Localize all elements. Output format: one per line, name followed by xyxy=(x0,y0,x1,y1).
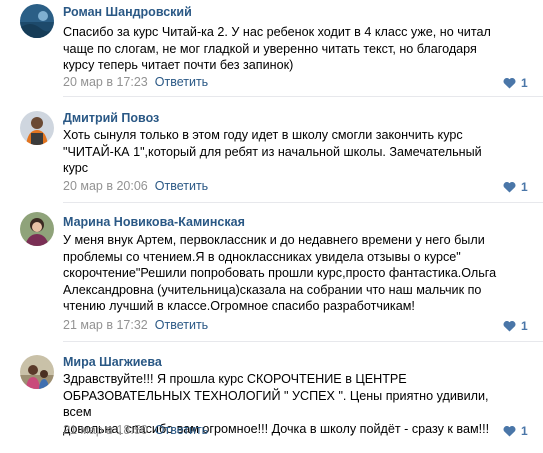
avatar[interactable] xyxy=(20,111,54,145)
like-count: 1 xyxy=(521,180,528,194)
avatar[interactable] xyxy=(20,355,54,389)
heart-icon xyxy=(503,181,516,196)
like-button[interactable]: 1 xyxy=(503,180,528,196)
comment-date[interactable]: 20 мар в 20:06 xyxy=(63,179,148,193)
author-name[interactable]: Марина Новикова-Каминская xyxy=(63,215,245,229)
like-count: 1 xyxy=(521,76,528,90)
divider xyxy=(63,96,543,97)
avatar[interactable] xyxy=(20,4,54,38)
like-count: 1 xyxy=(521,319,528,333)
author-name[interactable]: Дмитрий Повоз xyxy=(63,111,159,125)
heart-icon xyxy=(503,320,516,335)
comment-text: Спасибо за курс Читай-ка 2. У нас ребено… xyxy=(63,25,491,72)
like-button[interactable]: 1 xyxy=(503,424,528,440)
comment-date[interactable]: 21 мар в 18:50 xyxy=(63,423,148,437)
comment-text: Хоть сынуля только в этом году идет в шк… xyxy=(63,128,482,175)
reply-link[interactable]: Ответить xyxy=(155,179,208,193)
divider xyxy=(63,202,543,203)
like-button[interactable]: 1 xyxy=(503,76,528,92)
avatar[interactable] xyxy=(20,212,54,246)
reply-link[interactable]: Ответить xyxy=(155,318,208,332)
comment-date[interactable]: 21 мар в 17:32 xyxy=(63,318,148,332)
divider xyxy=(63,341,543,342)
comment-text: У меня внук Артем, первоклассник и до не… xyxy=(63,233,497,313)
heart-icon xyxy=(503,425,516,440)
like-button[interactable]: 1 xyxy=(503,319,528,335)
comment-date[interactable]: 20 мар в 17:23 xyxy=(63,75,148,89)
author-name[interactable]: Мира Шагжиева xyxy=(63,355,162,369)
like-count: 1 xyxy=(521,424,528,438)
reply-link[interactable]: Ответить xyxy=(155,423,208,437)
heart-icon xyxy=(503,77,516,92)
reply-link[interactable]: Ответить xyxy=(155,75,208,89)
author-name[interactable]: Роман Шандровский xyxy=(63,5,192,19)
